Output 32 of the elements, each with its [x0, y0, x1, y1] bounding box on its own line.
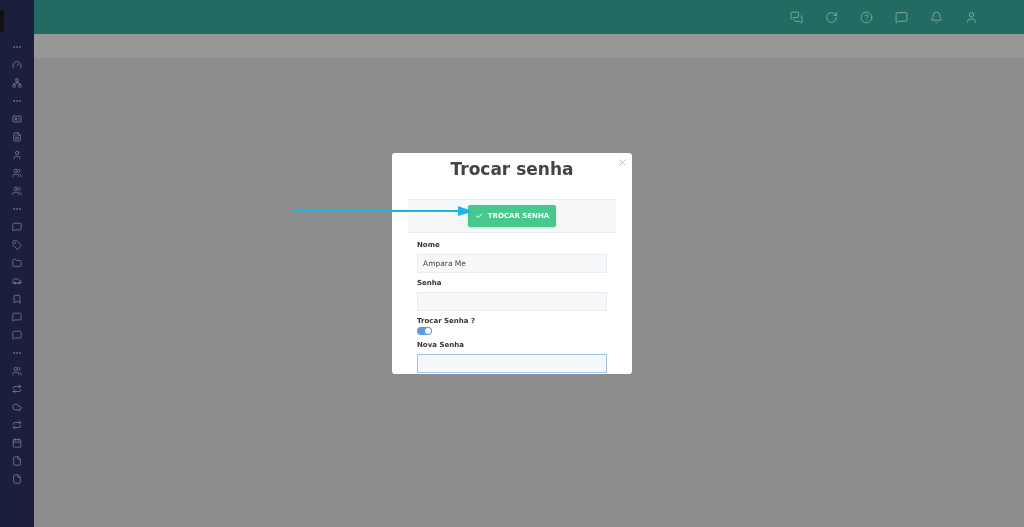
message-icon[interactable] — [12, 330, 22, 340]
users-icon[interactable] — [12, 168, 22, 178]
check-icon — [474, 212, 483, 220]
gauge-icon[interactable] — [12, 60, 22, 70]
users-icon[interactable] — [12, 366, 22, 376]
file-icon[interactable] — [12, 456, 22, 466]
car-icon[interactable] — [12, 276, 22, 286]
folder-icon[interactable] — [12, 258, 22, 268]
close-button[interactable] — [617, 157, 628, 168]
calendar-icon[interactable] — [12, 438, 22, 448]
cloud-icon[interactable] — [12, 402, 22, 412]
modal-title: Trocar senha — [450, 158, 574, 181]
document-icon[interactable] — [12, 132, 22, 142]
user-icon[interactable] — [965, 10, 978, 24]
chat-icon[interactable] — [790, 10, 803, 24]
help-icon[interactable] — [860, 10, 873, 24]
message-icon[interactable] — [12, 222, 22, 232]
message-icon[interactable] — [12, 312, 22, 322]
refresh-icon[interactable] — [825, 10, 838, 24]
toggle-switch[interactable] — [417, 327, 432, 335]
input-field[interactable] — [417, 354, 607, 373]
bell-icon[interactable] — [930, 10, 943, 24]
bookmark-icon[interactable] — [12, 294, 22, 304]
repeat-icon[interactable] — [12, 420, 22, 430]
tag-icon[interactable] — [12, 240, 22, 250]
user-icon[interactable] — [12, 150, 22, 160]
sitemap-icon[interactable] — [12, 78, 22, 88]
message-icon[interactable] — [895, 10, 908, 24]
users-icon[interactable] — [12, 186, 22, 196]
id-card-icon[interactable] — [12, 114, 22, 124]
repeat-icon[interactable] — [12, 384, 22, 394]
file-icon[interactable] — [12, 474, 22, 484]
